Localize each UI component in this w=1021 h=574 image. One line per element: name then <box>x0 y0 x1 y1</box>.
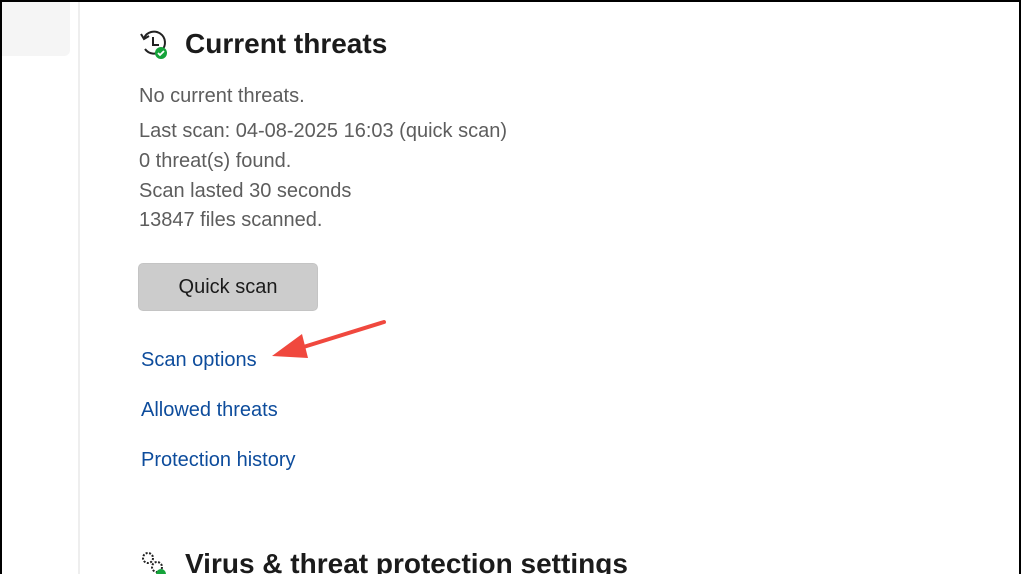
threats-found: 0 threat(s) found. <box>139 150 292 172</box>
divider <box>78 2 80 574</box>
protection-history-link[interactable]: Protection history <box>141 449 296 472</box>
scan-duration: Scan lasted 30 seconds <box>139 180 352 202</box>
section-title: Current threats <box>185 28 388 59</box>
files-scanned: 13847 files scanned. <box>139 209 323 231</box>
gears-check-icon <box>142 552 166 574</box>
history-check-icon <box>140 30 167 59</box>
section-title: Virus & threat protection settings <box>185 548 628 574</box>
threat-status: No current threats. <box>139 85 305 107</box>
allowed-threats-link[interactable]: Allowed threats <box>141 399 278 422</box>
last-scan: Last scan: 04-08-2025 16:03 (quick scan) <box>139 120 507 142</box>
settings-header: Virus & threat protection settings <box>139 548 628 574</box>
quick-scan-button[interactable]: Quick scan <box>138 263 318 311</box>
sidebar-item[interactable] <box>2 2 70 56</box>
annotation-arrow <box>272 320 386 358</box>
current-threats-header: Current threats <box>139 28 387 60</box>
scan-options-link[interactable]: Scan options <box>141 349 257 372</box>
